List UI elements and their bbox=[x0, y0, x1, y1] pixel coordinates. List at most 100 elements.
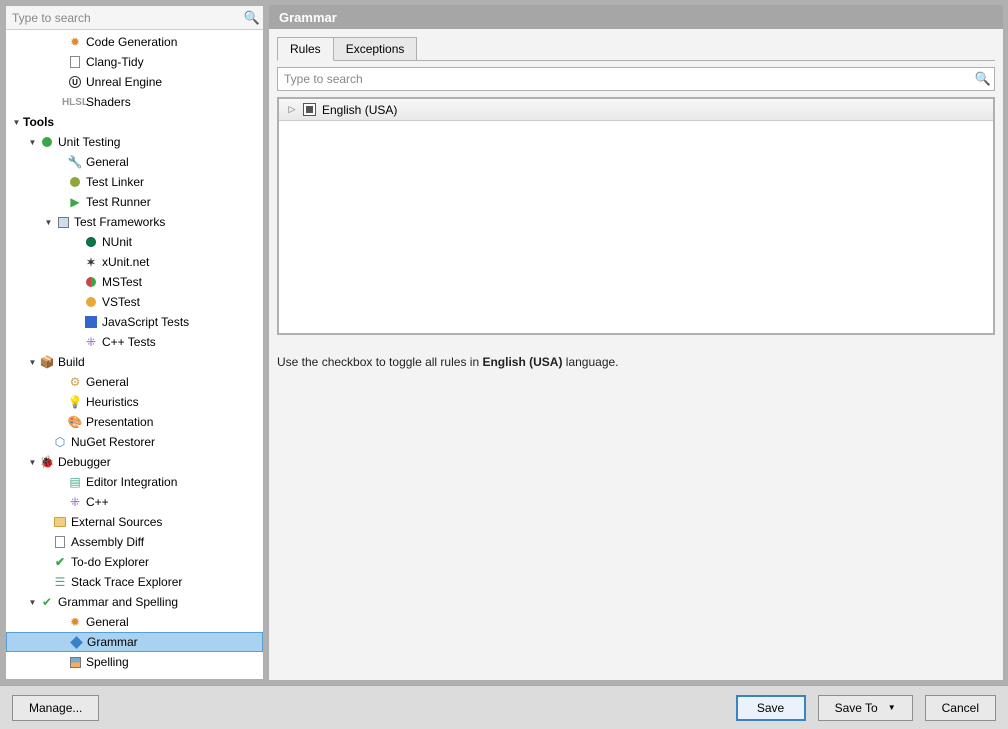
tree-item-mstest[interactable]: MSTest bbox=[6, 272, 263, 292]
tree-item-nuget[interactable]: ⬡ NuGet Restorer bbox=[6, 432, 263, 452]
chevron-down-icon[interactable] bbox=[42, 217, 55, 227]
tree-label: Assembly Diff bbox=[71, 535, 144, 549]
tree-label: VSTest bbox=[102, 295, 140, 309]
rule-checkbox[interactable] bbox=[303, 103, 316, 116]
tree-item-test-linker[interactable]: Test Linker bbox=[6, 172, 263, 192]
settings-tree[interactable]: ✹ Code Generation Clang-Tidy U Unreal En… bbox=[6, 30, 263, 679]
footer: Manage... Save Save To ▼ Cancel bbox=[0, 685, 1008, 729]
tree-item-grammar[interactable]: Grammar bbox=[6, 632, 263, 652]
tree-label: NUnit bbox=[102, 235, 132, 249]
tree-item-heuristics[interactable]: 💡 Heuristics bbox=[6, 392, 263, 412]
gear-icon: ⚙ bbox=[67, 374, 83, 390]
sidebar-search-input[interactable] bbox=[6, 8, 241, 28]
ball-icon bbox=[42, 137, 52, 147]
tree-item-cpp-dbg[interactable]: ⁜ C++ bbox=[6, 492, 263, 512]
cpp-icon: ⁜ bbox=[67, 494, 83, 510]
search-icon[interactable]: 🔍 bbox=[972, 71, 994, 87]
tree-item-cpp-tests[interactable]: ⁜ C++ Tests bbox=[6, 332, 263, 352]
build-icon: 📦 bbox=[39, 354, 55, 370]
tree-item-xunit[interactable]: ✶ xUnit.net bbox=[6, 252, 263, 272]
tree-item-test-runner[interactable]: ▶ Test Runner bbox=[6, 192, 263, 212]
tree-item-test-frameworks[interactable]: Test Frameworks bbox=[6, 212, 263, 232]
tree-item-presentation[interactable]: 🎨 Presentation bbox=[6, 412, 263, 432]
tree-item-js-tests[interactable]: JavaScript Tests bbox=[6, 312, 263, 332]
folder-icon bbox=[54, 517, 66, 527]
diamond-icon bbox=[70, 636, 83, 649]
manage-button[interactable]: Manage... bbox=[12, 695, 99, 721]
chevron-down-icon[interactable] bbox=[26, 457, 39, 467]
bug-icon: 🐞 bbox=[39, 454, 55, 470]
tree-item-build[interactable]: 📦 Build bbox=[6, 352, 263, 372]
chevron-down-icon: ▼ bbox=[888, 703, 896, 712]
save-button[interactable]: Save bbox=[736, 695, 806, 721]
save-to-label: Save To bbox=[835, 701, 878, 715]
tree-item-general-ut[interactable]: 🔧 General bbox=[6, 152, 263, 172]
rules-list[interactable]: ▷ English (USA) bbox=[277, 97, 995, 335]
chevron-down-icon[interactable] bbox=[26, 357, 39, 367]
tree-item-tools[interactable]: Tools bbox=[6, 112, 263, 132]
tree-item-nunit[interactable]: NUnit bbox=[6, 232, 263, 252]
ball-icon bbox=[70, 177, 80, 187]
xunit-icon: ✶ bbox=[83, 254, 99, 270]
tree-label: Grammar and Spelling bbox=[58, 595, 178, 609]
tree-label: General bbox=[86, 375, 129, 389]
gear-icon: ✹ bbox=[67, 614, 83, 630]
content-pane: Grammar Rules Exceptions 🔍 ▷ English (US… bbox=[269, 0, 1003, 680]
cancel-button[interactable]: Cancel bbox=[925, 695, 996, 721]
tree-item-general-gs[interactable]: ✹ General bbox=[6, 612, 263, 632]
tree-item-external-sources[interactable]: External Sources bbox=[6, 512, 263, 532]
tree-label: Stack Trace Explorer bbox=[71, 575, 182, 589]
tree-label: Shaders bbox=[86, 95, 131, 109]
tree-item-shaders[interactable]: HLSL Shaders bbox=[6, 92, 263, 112]
tree-label: Code Generation bbox=[86, 35, 177, 49]
nunit-icon bbox=[86, 237, 96, 247]
tree-label: External Sources bbox=[71, 515, 162, 529]
chevron-down-icon[interactable] bbox=[26, 137, 39, 147]
tree-item-todo[interactable]: ✔ To-do Explorer bbox=[6, 552, 263, 572]
tree-label: Clang-Tidy bbox=[86, 55, 144, 69]
play-icon: ▶ bbox=[67, 194, 83, 210]
tree-label: JavaScript Tests bbox=[102, 315, 189, 329]
tree-item-unreal-engine[interactable]: U Unreal Engine bbox=[6, 72, 263, 92]
tree-label: Spelling bbox=[86, 655, 129, 669]
tree-item-clang-tidy[interactable]: Clang-Tidy bbox=[6, 52, 263, 72]
tab-rules[interactable]: Rules bbox=[277, 37, 334, 61]
expand-icon[interactable]: ▷ bbox=[285, 104, 299, 115]
tree-label: C++ Tests bbox=[102, 335, 156, 349]
mstest-icon bbox=[86, 277, 96, 287]
chevron-down-icon[interactable] bbox=[26, 597, 39, 607]
hint-suffix: language. bbox=[562, 355, 618, 369]
tree-label: Test Frameworks bbox=[74, 215, 165, 229]
tree-label: Heuristics bbox=[86, 395, 139, 409]
tree-label: MSTest bbox=[102, 275, 142, 289]
tree-item-editor-integration[interactable]: ▤ Editor Integration bbox=[6, 472, 263, 492]
page-icon bbox=[55, 536, 65, 548]
shader-icon: HLSL bbox=[67, 94, 83, 110]
tab-exceptions[interactable]: Exceptions bbox=[333, 37, 418, 60]
tree-item-debugger[interactable]: 🐞 Debugger bbox=[6, 452, 263, 472]
tree-item-grammar-spelling[interactable]: ✔ Grammar and Spelling bbox=[6, 592, 263, 612]
tree-label: Editor Integration bbox=[86, 475, 177, 489]
tree-item-code-generation[interactable]: ✹ Code Generation bbox=[6, 32, 263, 52]
tree-item-general-build[interactable]: ⚙ General bbox=[6, 372, 263, 392]
chevron-down-icon[interactable] bbox=[10, 117, 23, 127]
rules-search-input[interactable] bbox=[278, 69, 972, 89]
tree-label: Unreal Engine bbox=[86, 75, 162, 89]
tree-item-spelling[interactable]: Spelling bbox=[6, 652, 263, 672]
vstest-icon bbox=[86, 297, 96, 307]
grid-icon bbox=[70, 657, 81, 668]
hint-prefix: Use the checkbox to toggle all rules in bbox=[277, 355, 482, 369]
search-icon[interactable]: 🔍 bbox=[241, 10, 263, 26]
tree-label: Build bbox=[58, 355, 85, 369]
tree-item-vstest[interactable]: VSTest bbox=[6, 292, 263, 312]
rule-row-english-usa[interactable]: ▷ English (USA) bbox=[279, 99, 993, 121]
save-to-button[interactable]: Save To ▼ bbox=[818, 695, 913, 721]
tabs: Rules Exceptions bbox=[277, 37, 995, 61]
tree-item-assembly-diff[interactable]: Assembly Diff bbox=[6, 532, 263, 552]
tree-item-stack-trace[interactable]: ☰ Stack Trace Explorer bbox=[6, 572, 263, 592]
box-icon bbox=[58, 217, 69, 228]
sidebar-search-row: 🔍 bbox=[6, 6, 263, 30]
palette-icon: 🎨 bbox=[67, 414, 83, 430]
tree-label: C++ bbox=[86, 495, 109, 509]
tree-item-unit-testing[interactable]: Unit Testing bbox=[6, 132, 263, 152]
